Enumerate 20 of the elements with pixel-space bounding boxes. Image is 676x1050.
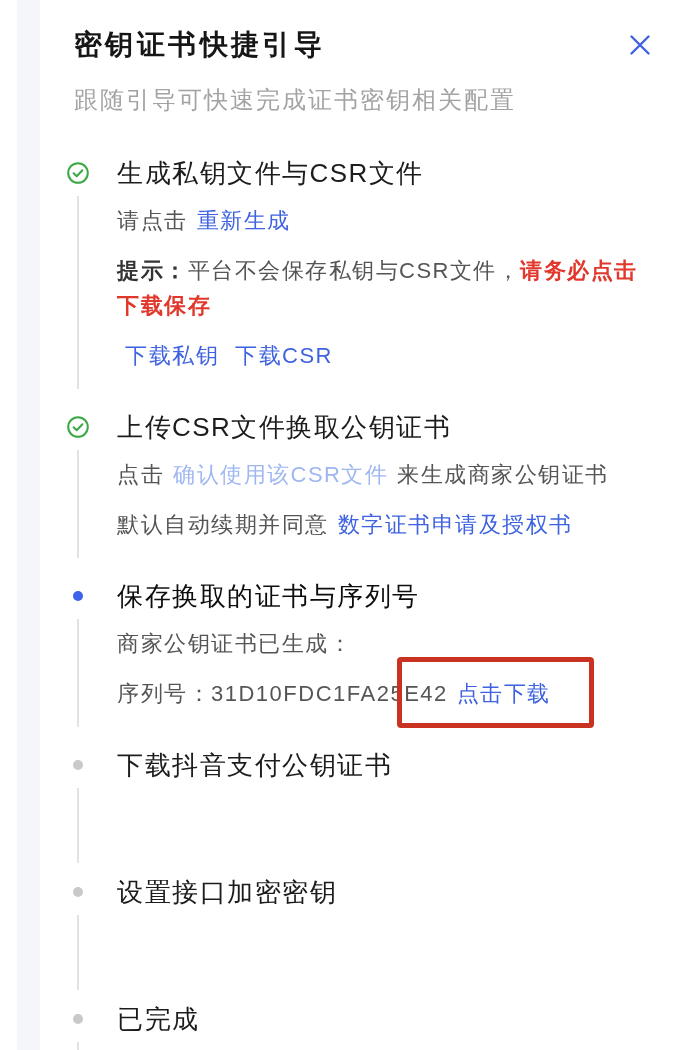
step-title: 保存换取的证书与序列号 <box>117 580 421 613</box>
close-button[interactable] <box>630 35 650 55</box>
drawer-title: 密钥证书快捷引导 <box>74 28 326 62</box>
download-link[interactable]: 下载私钥 <box>117 338 227 373</box>
download-link[interactable]: 下载CSR <box>227 338 341 373</box>
step-description: 提示：平台不会保存私钥与CSR文件，请务必点击下载保存 <box>117 257 639 320</box>
step-title: 生成私钥文件与CSR文件 <box>117 157 425 190</box>
close-icon <box>630 35 650 55</box>
step-description: 点击 确认使用该CSR文件 来生成商家公钥证书 <box>117 461 610 489</box>
step-title: 已完成 <box>117 1003 201 1036</box>
text-link[interactable]: 数字证书申请及授权书 <box>337 512 573 537</box>
step-description: 商家公钥证书已生成： <box>117 630 353 658</box>
step-title: 下载抖音支付公钥证书 <box>117 749 393 782</box>
text-link[interactable]: 点击下载 <box>456 681 551 706</box>
drawer-subtitle: 跟随引导可快速完成证书密钥相关配置 <box>74 85 517 115</box>
step-description: 默认自动续期并同意 数字证书申请及授权书 <box>117 511 574 539</box>
text-link[interactable]: 重新生成 <box>196 208 291 233</box>
step-title: 上传CSR文件换取公钥证书 <box>117 411 453 444</box>
step-description: 请点击 重新生成 <box>117 207 292 235</box>
step-title: 设置接口加密密钥 <box>117 876 338 909</box>
